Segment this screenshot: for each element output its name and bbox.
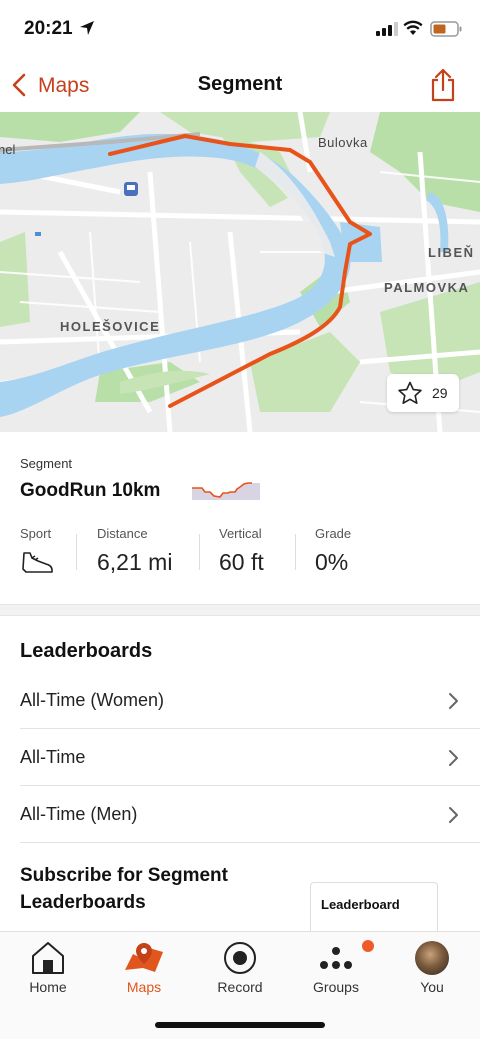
chevron-right-icon bbox=[449, 693, 458, 709]
tab-label: You bbox=[420, 979, 444, 995]
grade-label: Grade bbox=[315, 526, 352, 541]
sport-label: Sport bbox=[20, 526, 52, 541]
leaderboard-row-label: All-Time (Men) bbox=[20, 804, 138, 824]
record-icon bbox=[224, 942, 256, 974]
grade-value: 0% bbox=[315, 549, 349, 575]
star-icon bbox=[398, 381, 422, 404]
cellular-signal-icon bbox=[376, 22, 398, 36]
wifi-icon bbox=[403, 20, 423, 35]
location-arrow-icon bbox=[80, 21, 94, 35]
segment-map[interactable]: nel Bulovka LIBEŇ PALMOVKA HOLEŠOVICE 29 bbox=[0, 112, 480, 432]
stat-distance: Distance 6,21 mi bbox=[97, 526, 172, 576]
elevation-profile bbox=[192, 482, 260, 500]
leaderboard-row-label: All-Time bbox=[20, 747, 86, 767]
battery-icon bbox=[430, 21, 462, 37]
share-icon[interactable] bbox=[428, 68, 458, 102]
distance-value: 6,21 mi bbox=[97, 549, 173, 575]
avatar bbox=[415, 941, 449, 975]
status-time: 20:21 bbox=[24, 18, 73, 39]
distance-label: Distance bbox=[97, 526, 148, 541]
vertical-value: 60 ft bbox=[219, 549, 264, 575]
running-shoe-icon bbox=[22, 552, 53, 573]
tab-maps[interactable]: Maps bbox=[96, 932, 192, 1002]
leaderboard-row-all[interactable]: All-Time bbox=[0, 729, 480, 785]
chevron-right-icon bbox=[449, 807, 458, 823]
tab-label: Home bbox=[29, 979, 67, 995]
page-title: Segment bbox=[197, 73, 283, 95]
stat-vertical: Vertical 60 ft bbox=[219, 526, 264, 576]
star-segment-button[interactable]: 29 bbox=[387, 374, 459, 412]
tab-label: Maps bbox=[126, 979, 162, 995]
stat-divider bbox=[199, 534, 200, 570]
tab-record[interactable]: Record bbox=[192, 932, 288, 1002]
tab-you[interactable]: You bbox=[384, 932, 480, 1002]
row-separator bbox=[20, 842, 480, 843]
home-icon bbox=[32, 942, 64, 974]
navigation-bar: Maps Segment bbox=[0, 58, 480, 112]
leaderboard-row-label: All-Time (Women) bbox=[20, 690, 165, 710]
home-indicator bbox=[155, 1022, 325, 1028]
tab-bar: Home Maps Record Groups You bbox=[0, 931, 480, 1039]
subscribe-heading: Subscribe for Segment Leaderboards bbox=[20, 865, 228, 913]
map-label-bulovka: Bulovka bbox=[318, 135, 368, 150]
segment-info: Segment GoodRun 10km Sport Distance 6,21… bbox=[0, 432, 480, 604]
tab-home[interactable]: Home bbox=[0, 932, 96, 1002]
tab-label: Record bbox=[217, 979, 263, 995]
stat-divider bbox=[76, 534, 77, 570]
groups-icon bbox=[320, 947, 352, 969]
vertical-label: Vertical bbox=[219, 526, 262, 541]
notification-badge bbox=[362, 940, 374, 952]
segment-label: Segment bbox=[20, 456, 73, 471]
stat-sport: Sport bbox=[20, 526, 54, 580]
map-label-palmovka: PALMOVKA bbox=[384, 280, 470, 295]
stat-grade: Grade 0% bbox=[315, 526, 351, 576]
tab-label: Groups bbox=[313, 979, 359, 995]
leaderboard-row-women[interactable]: All-Time (Women) bbox=[0, 672, 480, 728]
status-bar: 20:21 bbox=[0, 0, 480, 58]
maps-icon bbox=[125, 943, 163, 972]
leaderboards-heading: Leaderboards bbox=[20, 640, 153, 662]
map-label-edge: nel bbox=[0, 142, 16, 157]
leaderboard-preview-label: Leaderboard bbox=[321, 897, 400, 912]
map-label-holesovice: HOLEŠOVICE bbox=[60, 319, 161, 334]
section-divider bbox=[0, 604, 480, 616]
segment-name: GoodRun 10km bbox=[20, 480, 161, 501]
map-label-liben: LIBEŇ bbox=[428, 245, 475, 260]
leaderboard-row-men[interactable]: All-Time (Men) bbox=[0, 786, 480, 842]
stat-divider bbox=[295, 534, 296, 570]
star-count: 29 bbox=[432, 385, 448, 401]
chevron-right-icon bbox=[449, 750, 458, 766]
